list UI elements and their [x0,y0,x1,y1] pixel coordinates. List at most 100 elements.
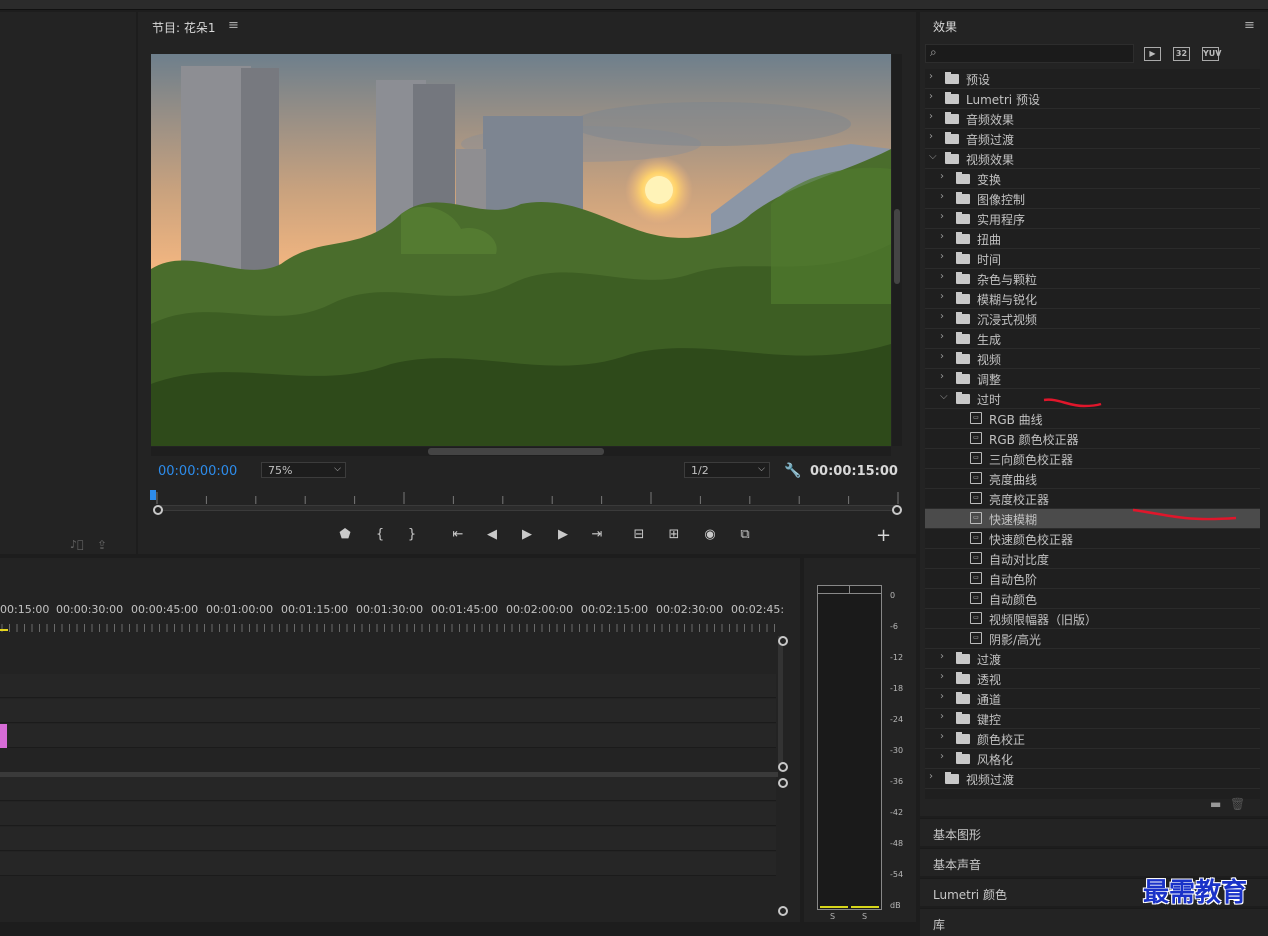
track-a1[interactable] [0,777,776,801]
step-forward-icon[interactable]: ▶ [553,527,573,542]
effects-tree-item[interactable]: › 调整 [925,369,1260,389]
chevron-right-icon[interactable]: › [929,111,933,122]
effects-tree-item[interactable]: › 视频 [925,349,1260,369]
effects-tree-item[interactable]: › Lumetri 预设 [925,89,1260,109]
effects-tree-item[interactable]: ▭ 自动对比度 [925,549,1260,569]
chevron-right-icon[interactable]: › [940,171,944,182]
effects-tree-item[interactable]: › 预设 [925,69,1260,89]
channel-label-left[interactable]: S [830,912,835,921]
chevron-right-icon[interactable]: › [929,71,933,82]
effects-tree-item[interactable]: ▭ 自动色阶 [925,569,1260,589]
step-back-icon[interactable]: ◀ [482,527,502,542]
chevron-right-icon[interactable]: › [940,271,944,282]
effects-tree-item[interactable]: ▭ RGB 曲线 [925,409,1260,429]
extract-icon[interactable]: ⊞ [664,527,684,542]
effects-tree-item[interactable]: ▭ 亮度曲线 [925,469,1260,489]
panel-libraries[interactable]: 库 [920,908,1268,936]
vertical-scrollbar[interactable] [892,54,902,446]
effects-tree-item[interactable]: › 音频效果 [925,109,1260,129]
effects-tree-item[interactable]: › 键控 [925,709,1260,729]
chevron-right-icon[interactable]: › [940,331,944,342]
effects-tree-item[interactable]: ▭ 自动颜色 [925,589,1260,609]
chevron-right-icon[interactable]: › [929,131,933,142]
effects-tree-item[interactable]: ▭ RGB 颜色校正器 [925,429,1260,449]
chevron-right-icon[interactable]: › [940,751,944,762]
resolution-dropdown[interactable]: 1/2 ⌵ [684,462,770,478]
track-v3[interactable] [0,674,776,698]
hamburger-menu-icon[interactable]: ≡ [1244,18,1255,33]
effects-tree-item[interactable]: › 颜色校正 [925,729,1260,749]
go-to-in-icon[interactable]: ⇤ [448,527,468,542]
chevron-right-icon[interactable]: › [929,91,933,102]
play-icon[interactable]: ▶ [517,527,537,542]
zoom-dropdown[interactable]: 75% ⌵ [261,462,346,478]
chevron-right-icon[interactable]: › [940,691,944,702]
yuv-effects-icon[interactable]: YUV [1202,47,1221,61]
horizontal-scrollbar[interactable] [151,447,891,456]
chevron-right-icon[interactable]: › [940,191,944,202]
mark-in-icon[interactable]: { [370,527,390,542]
marker-icon[interactable]: ⬟ [335,527,355,542]
timeline-ruler[interactable] [0,620,776,632]
effects-tree-item[interactable]: › 扭曲 [925,229,1260,249]
delete-icon[interactable]: 🗑 [1230,797,1245,811]
time-ruler[interactable] [152,492,902,504]
lift-icon[interactable]: ⊟ [629,527,649,542]
effects-tree-item[interactable]: › 杂色与颗粒 [925,269,1260,289]
effects-tree-item[interactable]: › 图像控制 [925,189,1260,209]
effects-search-input[interactable]: ⌕ [925,44,1134,63]
effects-tree-item[interactable]: ▭ 快速颜色校正器 [925,529,1260,549]
effects-tree-item[interactable]: ▭ 快速模糊 [925,509,1260,529]
chevron-right-icon[interactable]: › [940,351,944,362]
add-button-icon[interactable]: + [876,525,891,546]
hamburger-menu-icon[interactable]: ≡ [228,18,239,33]
chevron-right-icon[interactable]: › [940,651,944,662]
effects-tree-item[interactable]: › 实用程序 [925,209,1260,229]
effects-tree-item[interactable]: › 变换 [925,169,1260,189]
effects-tree-item[interactable]: › 透视 [925,669,1260,689]
chevron-down-icon[interactable]: ⌵ [929,151,937,162]
effects-tree-item[interactable]: › 时间 [925,249,1260,269]
effects-tree-item[interactable]: ▭ 亮度校正器 [925,489,1260,509]
vertical-zoom-bar[interactable] [778,636,783,768]
chevron-right-icon[interactable]: › [940,291,944,302]
effects-tree-item[interactable]: ⌵ 视频效果 [925,149,1260,169]
current-timecode[interactable]: 00:00:00:00 [158,464,237,479]
new-bin-icon[interactable]: ▬ [1210,797,1221,811]
chevron-right-icon[interactable]: › [940,251,944,262]
chevron-down-icon[interactable]: ⌵ [940,391,948,402]
scrub-start-knob[interactable] [153,505,163,515]
chevron-right-icon[interactable]: › [929,771,933,782]
audio-only-icon[interactable]: ♪⃕ [70,538,84,551]
effects-tree-item[interactable]: › 音频过渡 [925,129,1260,149]
32bit-effects-icon[interactable]: 32 [1173,47,1190,61]
wrench-icon[interactable]: 🔧 [784,463,801,479]
zoom-knob-bottom[interactable] [778,762,788,772]
effects-tree-item[interactable]: › 模糊与锐化 [925,289,1260,309]
scrub-bar[interactable] [158,505,897,511]
mark-out-icon[interactable]: } [402,527,422,542]
effects-tree-item[interactable]: ▭ 三向颜色校正器 [925,449,1260,469]
track-v2[interactable] [0,699,776,723]
panel-essential-graphics[interactable]: 基本图形 [920,818,1268,846]
playhead[interactable] [150,490,156,500]
chevron-right-icon[interactable]: › [940,371,944,382]
chevron-right-icon[interactable]: › [940,731,944,742]
search-text-field[interactable] [944,46,1129,61]
chevron-right-icon[interactable]: › [940,211,944,222]
effects-tree-item[interactable]: › 通道 [925,689,1260,709]
chevron-right-icon[interactable]: › [940,311,944,322]
effects-tree-item[interactable]: › 沉浸式视频 [925,309,1260,329]
scrub-end-knob[interactable] [892,505,902,515]
track-a4[interactable] [0,852,776,876]
video-clip[interactable] [0,724,7,748]
accelerated-effects-icon[interactable]: ▶ [1144,47,1161,61]
chevron-right-icon[interactable]: › [940,711,944,722]
zoom-knob-bottom-audio[interactable] [778,906,788,916]
effects-panel-title[interactable]: 效果 [933,18,957,35]
effects-tree-item[interactable]: ▭ 阴影/高光 [925,629,1260,649]
chevron-right-icon[interactable]: › [940,671,944,682]
effects-tree-item[interactable]: › 生成 [925,329,1260,349]
effects-tree-item[interactable]: › 风格化 [925,749,1260,769]
effects-tree-item[interactable]: › 过渡 [925,649,1260,669]
